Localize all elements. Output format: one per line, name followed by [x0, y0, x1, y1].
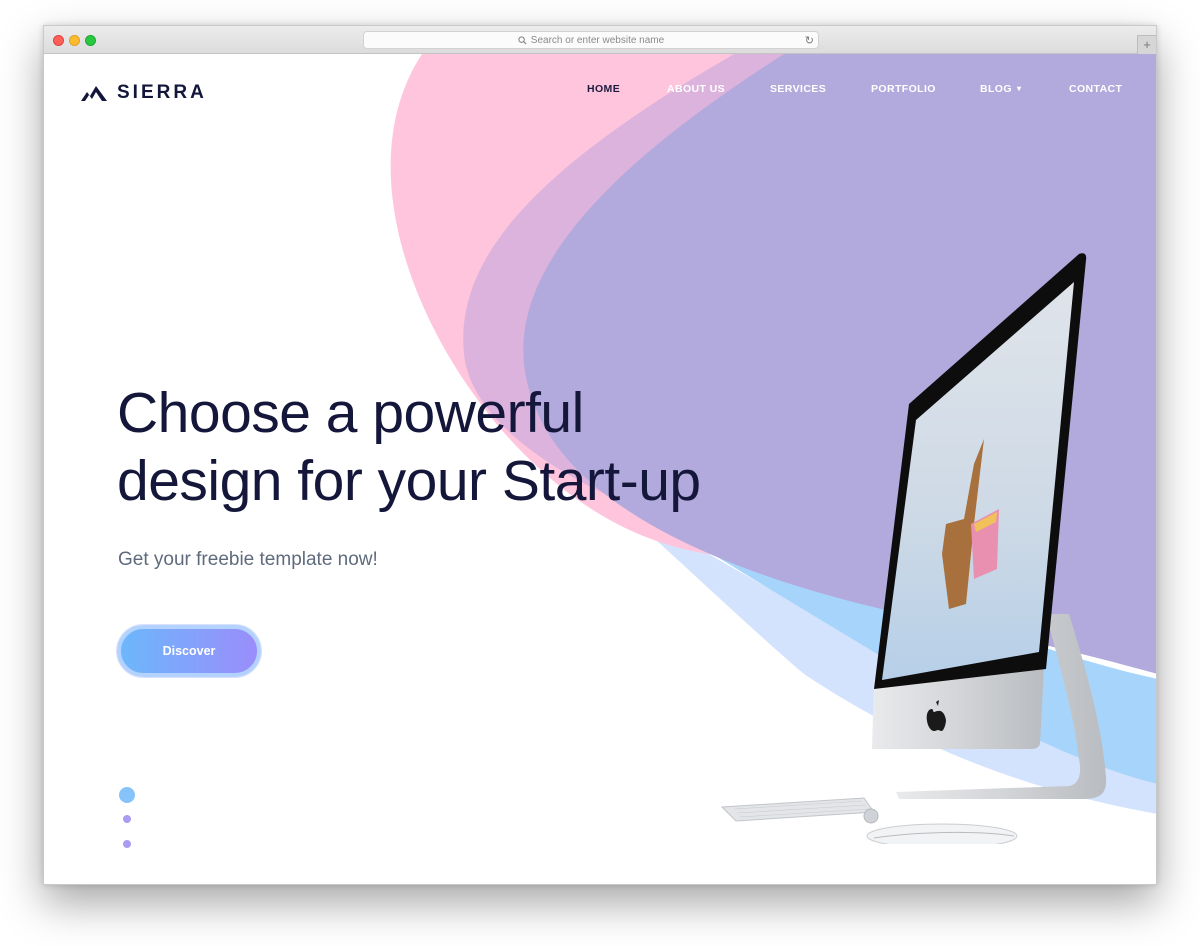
hero-title: Choose a powerful design for your Start-… — [117, 379, 701, 515]
search-icon — [518, 35, 527, 45]
nav-portfolio[interactable]: PORTFOLIO — [871, 83, 936, 95]
address-bar[interactable]: Search or enter website name ↻ — [363, 31, 819, 49]
new-tab-button[interactable]: + — [1137, 35, 1156, 54]
close-window-button[interactable] — [53, 35, 64, 46]
nav-services[interactable]: SERVICES — [770, 83, 826, 95]
nav-contact[interactable]: CONTACT — [1069, 83, 1122, 95]
imac-illustration — [720, 253, 1107, 844]
nav-about-us[interactable]: ABOUT US — [667, 83, 725, 95]
hero-title-line-2: design for your Start-up — [117, 449, 701, 513]
slider-dot-2[interactable] — [123, 815, 131, 823]
nav-blog-label: BLOG — [980, 83, 1012, 95]
mountain-icon — [81, 86, 107, 101]
hero-subtitle: Get your freebie template now! — [118, 549, 378, 570]
nav-blog[interactable]: BLOG ▾ — [980, 83, 1021, 95]
reload-icon[interactable]: ↻ — [805, 34, 814, 47]
keyboard-power-cylinder — [863, 808, 879, 824]
site-logo[interactable]: SIERRA — [81, 82, 207, 104]
hero-title-line-1: Choose a powerful — [117, 381, 584, 445]
page-viewport: SIERRA HOME ABOUT US SERVICES PORTFOLIO … — [44, 54, 1156, 884]
nav-home[interactable]: HOME — [587, 83, 620, 95]
maximize-window-button[interactable] — [85, 35, 96, 46]
chevron-down-icon: ▾ — [1016, 84, 1022, 93]
address-bar-placeholder: Search or enter website name — [530, 34, 665, 46]
slider-dot-1-active[interactable] — [119, 787, 135, 803]
minimize-window-button[interactable] — [69, 35, 80, 46]
slider-dot-3[interactable] — [123, 840, 131, 848]
browser-titlebar: Search or enter website name ↻ + — [44, 26, 1156, 54]
logo-text: SIERRA — [117, 82, 207, 103]
browser-window: Search or enter website name ↻ + SIERRA … — [43, 25, 1157, 885]
discover-button[interactable]: Discover — [117, 625, 261, 677]
